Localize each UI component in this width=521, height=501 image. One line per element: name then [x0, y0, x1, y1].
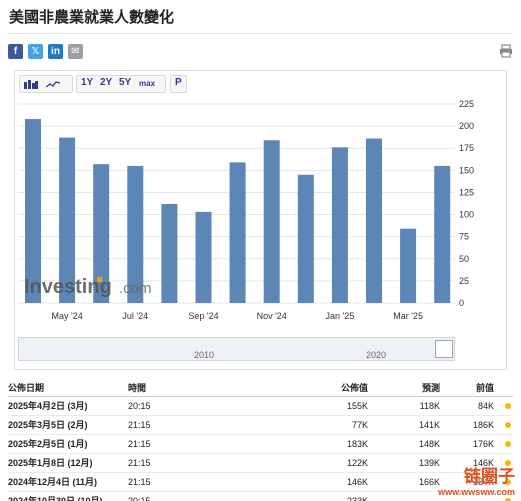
table-row: 2025年4月2日 (3月) 20:15 155K 118K 84K [8, 396, 513, 416]
cell-actual: 77K [288, 415, 368, 435]
cell-actual: 233K [288, 491, 368, 501]
cell-date: 2024年10月30日 (10月) [8, 491, 128, 501]
y-tick-label: 125 [459, 187, 474, 197]
print-icon[interactable] [499, 44, 513, 58]
alert-dot-icon[interactable] [505, 440, 511, 447]
y-tick-label: 75 [459, 232, 469, 242]
bar-chart-plot: 0 25 50 75 100 125 150 175 200 225 May '24 Jul '24 S… [18, 99, 474, 321]
y-tick-label: 0 [459, 298, 464, 308]
cell-forecast: 148K [368, 434, 440, 454]
header-actual[interactable]: 公佈值 [288, 380, 368, 397]
header-time[interactable]: 時間 [128, 380, 288, 397]
alert-dot-icon[interactable] [505, 402, 511, 409]
cell-actual: 146K [288, 472, 368, 492]
alert-dot-icon[interactable] [505, 421, 511, 428]
cell-date: 2025年1月8日 (12月) [8, 453, 128, 473]
cell-date: 2024年12月4日 (11月) [8, 472, 128, 492]
y-tick-label: 150 [459, 165, 474, 175]
page-title: 美國非農業就業人數變化 [9, 8, 175, 26]
status-dot-cell [494, 415, 513, 435]
cell-date: 2025年4月2日 (3月) [8, 396, 128, 416]
x-tick-label: Jul '24 [122, 311, 148, 321]
cell-previous: 186K [440, 415, 494, 435]
bar [297, 174, 314, 303]
cell-actual: 183K [288, 434, 368, 454]
status-dot-cell [494, 396, 513, 416]
cell-previous: 176K [440, 434, 494, 454]
cell-forecast: 166K [368, 472, 440, 492]
y-tick-label: 100 [459, 210, 474, 220]
cell-time: 21:15 [128, 453, 288, 473]
y-tick-label: 175 [459, 143, 474, 153]
y-tick-label: 25 [459, 276, 469, 286]
table-row: 2025年3月5日 (2月) 21:15 77K 141K 186K [8, 415, 513, 435]
bar [195, 211, 212, 303]
site-watermark: 链圈子 www.wwsww.com [438, 462, 515, 497]
bar [434, 165, 451, 303]
cell-forecast: 141K [368, 415, 440, 435]
investing-watermark-suffix: .com [119, 280, 152, 297]
navigator-label: 2010 [194, 350, 215, 360]
bar [229, 162, 246, 303]
header-date[interactable]: 公佈日期 [8, 380, 128, 397]
alert-dot-icon[interactable] [505, 497, 511, 501]
email-icon[interactable]: ✉ [68, 44, 83, 59]
cell-forecast [368, 491, 440, 501]
bar [400, 228, 417, 303]
facebook-icon[interactable]: f [8, 44, 23, 59]
bar [331, 147, 348, 303]
cell-forecast: 139K [368, 453, 440, 473]
cell-actual: 155K [288, 396, 368, 416]
cell-time: 21:15 [128, 415, 288, 435]
header-previous[interactable]: 前值 [440, 380, 494, 397]
watermark-url: www.wwsww.com [438, 487, 515, 497]
y-tick-label: 200 [459, 121, 474, 131]
watermark-name: 链圈子 [464, 467, 515, 487]
bar [263, 140, 280, 303]
cell-time: 21:15 [128, 472, 288, 492]
table-header-row: 公佈日期 時間 公佈值 預測 前值 [8, 380, 513, 397]
cell-time: 20:15 [128, 396, 288, 416]
navigator-handle[interactable] [435, 340, 453, 358]
time-navigator[interactable] [18, 337, 455, 361]
y-tick-label: 225 [459, 99, 474, 109]
twitter-icon[interactable]: 𝕏 [28, 44, 43, 59]
table-row: 2025年2月5日 (1月) 21:15 183K 148K 176K [8, 434, 513, 454]
status-dot-cell [494, 434, 513, 454]
investing-logo-mark [97, 277, 102, 282]
navigator-label: 2020 [366, 350, 387, 360]
cell-forecast: 118K [368, 396, 440, 416]
x-tick-label: Sep '24 [188, 311, 218, 321]
cell-time: 21:15 [128, 434, 288, 454]
bar [366, 138, 382, 303]
bar [161, 203, 178, 303]
linkedin-icon[interactable]: in [48, 44, 63, 59]
cell-date: 2025年2月5日 (1月) [8, 434, 128, 454]
chart-container: 1Y 2Y 5Y max P 0 25 50 75 100 125 150 175 200 225… [14, 70, 507, 370]
cell-previous: 84K [440, 396, 494, 416]
title-divider [8, 33, 513, 34]
header-forecast[interactable]: 預測 [368, 380, 440, 397]
y-tick-label: 50 [459, 254, 469, 264]
x-tick-label: Mar '25 [393, 311, 423, 321]
cell-date: 2025年3月5日 (2月) [8, 415, 128, 435]
x-tick-label: Jan '25 [326, 311, 355, 321]
x-tick-label: Nov '24 [257, 311, 287, 321]
x-tick-label: May '24 [51, 311, 82, 321]
cell-actual: 122K [288, 453, 368, 473]
cell-time: 20:15 [128, 491, 288, 501]
header-spacer [494, 380, 513, 397]
